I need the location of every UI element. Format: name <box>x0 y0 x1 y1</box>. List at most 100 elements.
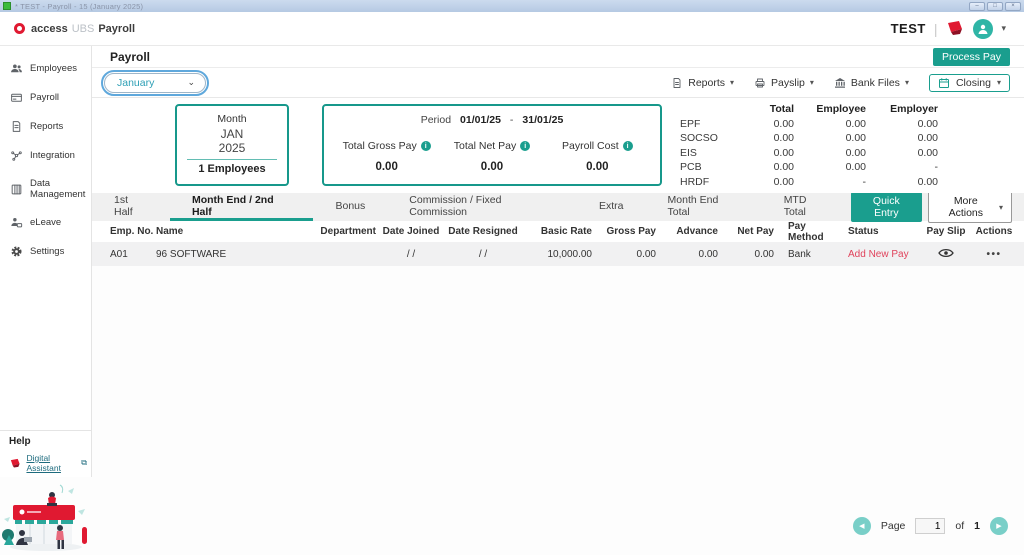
sidebar-item-label: Employees <box>30 63 77 74</box>
more-actions-button[interactable]: More Actions ▾ <box>927 191 1012 223</box>
employee-table-header: Emp. No. Name Department Date Joined Dat… <box>92 220 1024 243</box>
cell-gross-pay: 0.00 <box>636 248 656 260</box>
reports-menu-button[interactable]: Reports ▾ <box>671 77 734 89</box>
cell-date-resigned: / / <box>478 248 488 260</box>
month-card: Month JAN 2025 1 Employees <box>175 104 289 186</box>
help-section: Help Digital Assistant ⧉ <box>0 430 92 555</box>
sidebar-item-integration[interactable]: Integration <box>0 141 91 170</box>
reports-menu-label: Reports <box>688 76 726 89</box>
close-button[interactable]: × <box>1005 1 1021 11</box>
summary-section: Month JAN 2025 1 Employees Period 01/01/… <box>92 98 1024 193</box>
caret-down-icon: ▾ <box>809 78 814 87</box>
statutory-header-row: Total Employee Employer <box>680 102 938 117</box>
statutory-header-employee: Employee <box>816 103 866 115</box>
sidebar-item-data-management[interactable]: Data Management <box>0 170 91 208</box>
period-card: Period 01/01/25 - 31/01/25 Total Gross P… <box>322 104 662 186</box>
statutory-header-total: Total <box>769 103 794 115</box>
cell-emp-no: A01 <box>110 248 128 260</box>
col-status: Status <box>848 226 879 237</box>
prev-page-button[interactable]: ◀ <box>852 517 871 535</box>
sidebar-item-label: Reports <box>30 121 64 132</box>
restore-button[interactable]: □ <box>987 1 1003 11</box>
statutory-row-eis: EIS 0.00 0.00 0.00 <box>680 146 938 159</box>
page-number-input[interactable] <box>915 518 946 534</box>
brand-ubs: UBS <box>71 22 95 35</box>
add-new-pay-link[interactable]: Add New Pay <box>842 249 922 260</box>
external-link-icon: ⧉ <box>81 458 87 467</box>
caret-down-icon: ▾ <box>730 78 735 87</box>
minimize-button[interactable]: – <box>969 1 985 11</box>
row-actions-icon[interactable]: ••• <box>986 249 1001 260</box>
col-emp-no: Emp. No. <box>110 226 154 237</box>
col-pay-slip: Pay Slip <box>926 226 966 237</box>
sidebar-item-eleave[interactable]: eLeave <box>0 208 91 237</box>
info-icon[interactable]: i <box>420 141 431 151</box>
tab-mtd-total[interactable]: MTD Total <box>762 193 851 221</box>
app-icon <box>3 2 11 10</box>
col-pay-method: Pay Method <box>788 220 824 243</box>
digital-assistant-link[interactable]: Digital Assistant ⧉ <box>0 447 91 477</box>
settings-gear-icon <box>11 246 22 257</box>
bank-files-menu-button[interactable]: Bank Files ▾ <box>834 77 909 89</box>
payslip-menu-label: Payslip <box>771 76 805 89</box>
user-avatar[interactable] <box>973 18 994 39</box>
payroll-icon <box>11 93 22 102</box>
col-gross-pay: Gross Pay <box>606 226 656 237</box>
tab-commission[interactable]: Commission / Fixed Commission <box>387 193 577 221</box>
cell-basic-rate: 10,000.00 <box>547 248 593 260</box>
metric-payroll-cost: Payroll Cost i 0.00 <box>545 136 650 173</box>
month-card-divider <box>187 159 277 160</box>
col-date-joined: Date Joined <box>382 226 440 237</box>
sidebar-item-employees[interactable]: Employees <box>0 54 91 83</box>
header-divider: | <box>933 20 938 37</box>
tab-extra[interactable]: Extra <box>577 193 646 221</box>
page-total: 1 <box>974 520 980 532</box>
statutory-row-hrdf: HRDF 0.00 - 0.00 <box>680 175 938 188</box>
month-select[interactable]: January ⌄ <box>101 69 209 96</box>
payslip-menu-button[interactable]: Payslip ▾ <box>754 77 814 89</box>
sidebar-item-reports[interactable]: Reports <box>0 112 91 141</box>
printer-icon <box>755 78 765 87</box>
statutory-row-socso: SOCSO 0.00 0.00 0.00 <box>680 132 938 144</box>
sidebar: Employees Payroll Reports Integration Da… <box>0 46 92 555</box>
pagination: ◀ Page of 1 ▶ <box>852 517 1008 535</box>
assistant-icon[interactable] <box>945 20 965 37</box>
eleave-icon <box>11 218 23 228</box>
month-card-month: JAN <box>220 127 244 141</box>
closing-menu-button[interactable]: Closing ▾ <box>928 73 1010 92</box>
cell-date-joined: / / <box>406 248 416 260</box>
cell-advance: 0.00 <box>698 248 718 260</box>
tab-month-end-2nd-half[interactable]: Month End / 2nd Half <box>169 193 314 221</box>
month-select-value: January <box>117 76 155 89</box>
process-pay-button[interactable]: Process Pay <box>933 47 1010 66</box>
info-icon[interactable]: i <box>622 141 633 151</box>
help-illustration <box>0 477 92 555</box>
brand-product: Payroll <box>98 22 136 35</box>
digital-assistant-label: Digital Assistant <box>26 453 61 473</box>
payslip-eye-icon[interactable] <box>938 248 954 258</box>
assistant-icon <box>10 458 20 468</box>
caret-down-icon: ▾ <box>998 202 1003 212</box>
metric-value: 0.00 <box>480 161 504 173</box>
closing-menu-label: Closing <box>955 76 991 89</box>
help-heading: Help <box>9 436 31 447</box>
metric-net-pay: Total Net Pay i 0.00 <box>439 136 544 173</box>
tab-1st-half[interactable]: 1st Half <box>92 193 170 221</box>
tab-month-end-total[interactable]: Month End Total <box>646 193 762 221</box>
sidebar-item-settings[interactable]: Settings <box>0 237 91 266</box>
month-card-label: Month <box>217 113 247 125</box>
month-card-year: 2025 <box>218 141 246 155</box>
page-of-label: of <box>955 520 965 532</box>
data-management-icon <box>11 184 22 194</box>
sidebar-item-payroll[interactable]: Payroll <box>0 83 91 112</box>
period-separator: - <box>509 114 514 126</box>
brand-access: access <box>31 22 68 35</box>
tab-bonus[interactable]: Bonus <box>313 193 387 221</box>
col-date-resigned: Date Resigned <box>448 226 518 237</box>
quick-entry-button[interactable]: Quick Entry <box>851 192 922 222</box>
calendar-icon <box>938 77 949 88</box>
next-page-button[interactable]: ▶ <box>990 517 1008 535</box>
user-menu-caret-icon[interactable]: ▾ <box>1001 23 1006 34</box>
info-icon[interactable]: i <box>520 141 531 151</box>
app-header: access UBS Payroll TEST | ▾ <box>0 12 1024 46</box>
